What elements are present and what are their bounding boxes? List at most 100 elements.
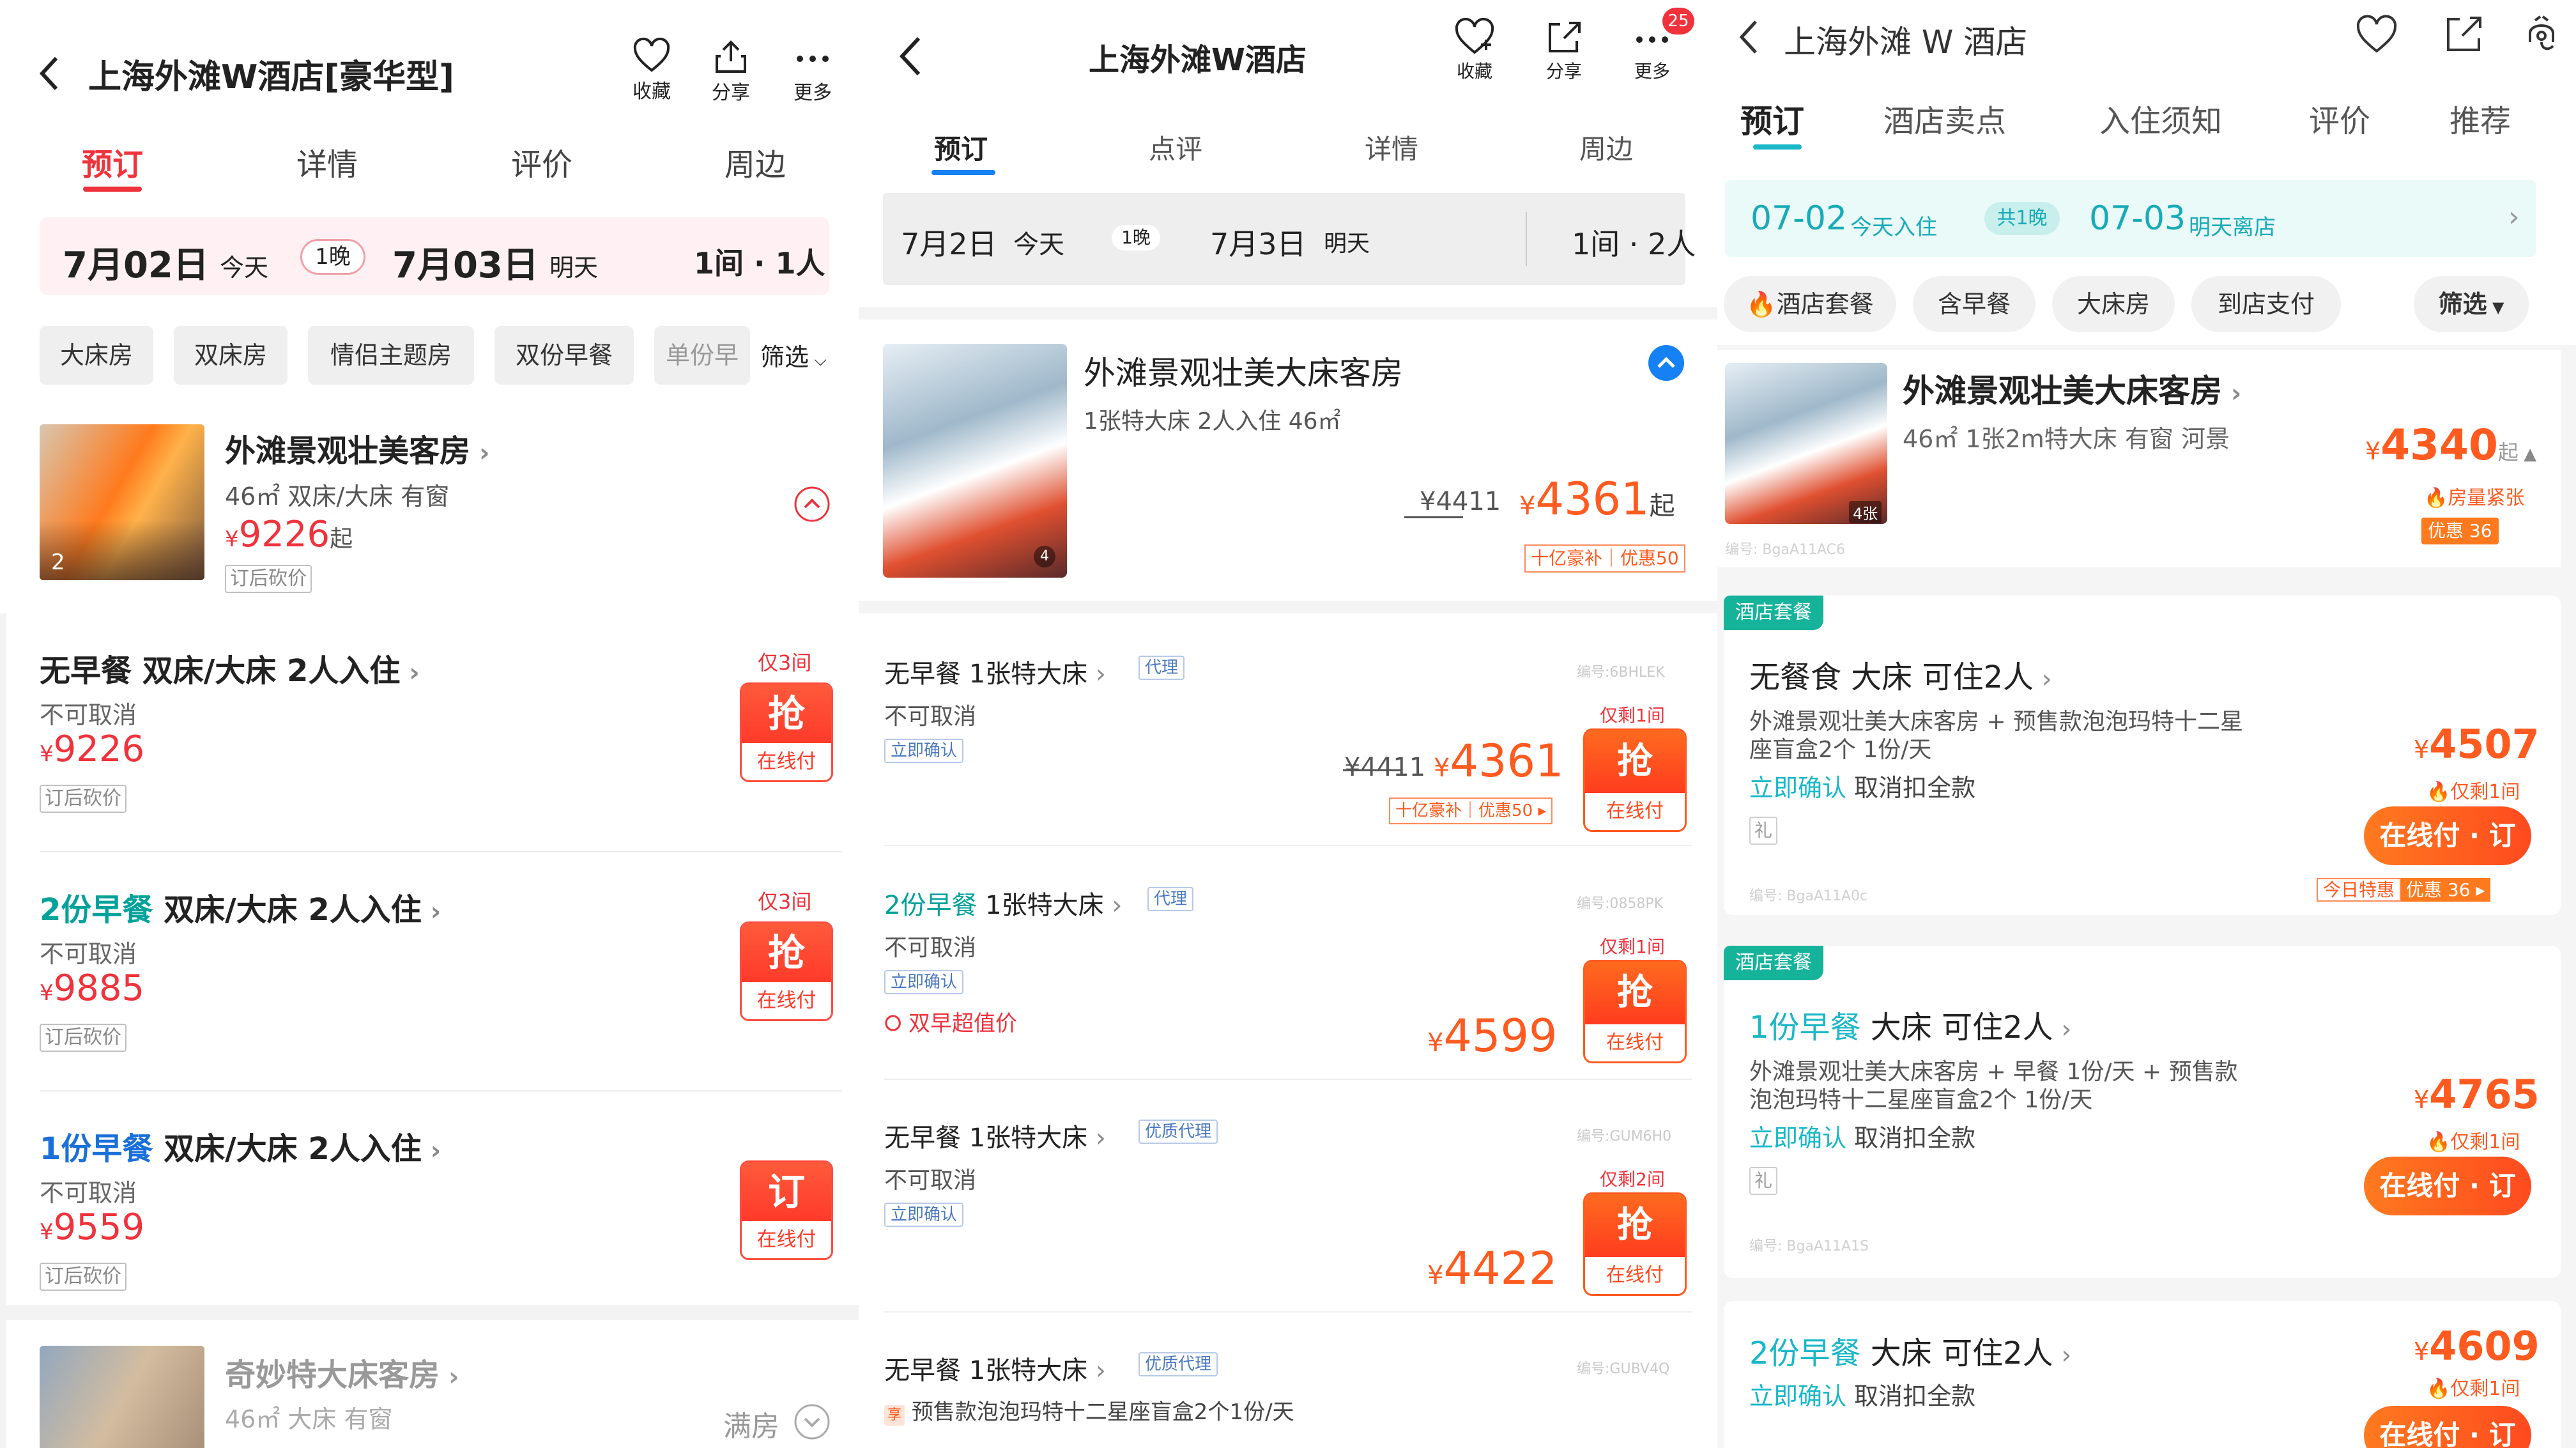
promo-tag: 十亿豪补｜优惠50 ▸ bbox=[1389, 797, 1553, 824]
offer-title[interactable]: 2份早餐 1张特大床 › bbox=[884, 884, 1122, 921]
room-photo[interactable]: 2 bbox=[40, 424, 204, 580]
package-title[interactable]: 无餐食 大床 可住2人 › bbox=[1749, 652, 2052, 697]
book-button[interactable]: 抢在线付 bbox=[740, 682, 833, 782]
date-bar[interactable]: 7月2日 今天 1晚 7月3日 明天 1间 · 2人 bbox=[883, 193, 1696, 285]
book-button[interactable]: 订在线付 bbox=[740, 1160, 833, 1260]
service-icon[interactable] bbox=[2522, 14, 2561, 55]
room-name-text: 外滩景观壮美大床客房 bbox=[1903, 373, 2222, 410]
offer-title[interactable]: 1份早餐 双床/大床 2人入住 › bbox=[40, 1123, 441, 1168]
filter-couple[interactable]: 情侣主题房 bbox=[308, 326, 474, 385]
room-photo[interactable] bbox=[40, 1346, 204, 1448]
offer-title[interactable]: 无早餐 1张特大床 › bbox=[884, 1117, 1106, 1154]
chevron-right-icon: › bbox=[2034, 665, 2052, 694]
room-name[interactable]: 外滩景观壮美大床客房 bbox=[1084, 348, 1403, 394]
tab-reviews[interactable]: 点评 bbox=[1149, 128, 1202, 167]
offer-title[interactable]: 无早餐 双床/大床 2人入住 › bbox=[40, 645, 420, 690]
filter-single-breakfast[interactable]: 单份早 bbox=[654, 326, 750, 385]
offer-title-text: 无早餐 1张特大床 bbox=[884, 1356, 1088, 1385]
offer-meal: 无早餐 bbox=[40, 653, 132, 689]
special-price-label: 双早超值价 bbox=[908, 1011, 1018, 1036]
tab-reviews[interactable]: 评价 bbox=[2309, 96, 2370, 141]
more-button[interactable]: 更多 bbox=[787, 40, 838, 105]
chip-hotel-package[interactable]: 🔥酒店套餐 bbox=[1724, 276, 1896, 332]
date-bar[interactable]: 7月02日 今天 1晚 7月03日 明天 1间 · 1人 bbox=[40, 217, 829, 295]
pay-online-label: 在线付 bbox=[756, 989, 816, 1012]
chip-king[interactable]: 大床房 bbox=[2052, 276, 2175, 332]
room-info: 46㎡ 大床 有窗 bbox=[225, 1405, 393, 1433]
room-photo[interactable]: 4 bbox=[883, 344, 1067, 578]
chip-pay-at-hotel[interactable]: 到店支付 bbox=[2191, 276, 2341, 332]
more-dots-icon bbox=[797, 56, 829, 62]
tab-nearby[interactable]: 周边 bbox=[724, 139, 786, 184]
filter-twin[interactable]: 双床房 bbox=[174, 326, 288, 385]
gift-tag: 享 bbox=[884, 1405, 905, 1426]
package-title[interactable]: 2份早餐 大床 可住2人 › bbox=[1749, 1328, 2071, 1373]
back-icon[interactable] bbox=[37, 54, 60, 93]
book-button[interactable]: 抢在线付 bbox=[1583, 1192, 1687, 1296]
back-icon[interactable] bbox=[1736, 18, 1759, 56]
bargain-tag: 订后砍价 bbox=[40, 1263, 126, 1291]
offer-title[interactable]: 无早餐 1张特大床 › bbox=[884, 1350, 1106, 1387]
panel-hotel-1: 上海外滩W酒店[豪华型] 收藏 分享 更多 预订 详情 评价 周边 7月02日 … bbox=[0, 0, 859, 1448]
room-name[interactable]: 外滩景观壮美客房 › bbox=[225, 426, 489, 470]
offer-title[interactable]: 2份早餐 双床/大床 2人入住 › bbox=[40, 884, 441, 929]
favorite-button[interactable]: 收藏 bbox=[626, 37, 677, 104]
favorite-button[interactable]: 收藏 bbox=[1449, 17, 1500, 83]
filter-king[interactable]: 大床房 bbox=[40, 326, 153, 385]
room-name[interactable]: 外滩景观壮美大床客房 › bbox=[1903, 366, 2241, 412]
photo-count: 2 bbox=[51, 550, 65, 575]
cancel-policy: 不可取消 bbox=[884, 935, 977, 961]
room-photo[interactable]: 4张 bbox=[1725, 363, 1887, 524]
package-title[interactable]: 1份早餐 大床 可住2人 › bbox=[1749, 1002, 2071, 1047]
tab-book[interactable]: 预订 bbox=[82, 139, 143, 184]
tab-checkin-notes[interactable]: 入住须知 bbox=[2099, 96, 2222, 141]
filter-button[interactable]: 筛选 ⌵ bbox=[760, 337, 827, 373]
book-button[interactable]: 抢在线付 bbox=[1583, 728, 1687, 832]
back-icon[interactable] bbox=[897, 36, 923, 77]
tab-book[interactable]: 预订 bbox=[934, 128, 988, 167]
tab-reviews[interactable]: 评价 bbox=[511, 139, 572, 184]
tab-highlights[interactable]: 酒店卖点 bbox=[1883, 96, 2006, 141]
tab-nearby[interactable]: 周边 bbox=[1579, 128, 1633, 167]
share-icon[interactable] bbox=[2444, 14, 2484, 54]
book-button[interactable]: 抢在线付 bbox=[740, 921, 833, 1021]
share-button[interactable]: 分享 bbox=[705, 40, 756, 105]
price-value: 4361 bbox=[1450, 735, 1564, 787]
checkin-date: 07-02 bbox=[1751, 199, 1848, 238]
filter-double-breakfast[interactable]: 双份早餐 bbox=[494, 326, 634, 385]
share-label: 分享 bbox=[1545, 61, 1582, 82]
pay-online-book-button[interactable]: 在线付 · 订 bbox=[2364, 1157, 2531, 1215]
expand-icon[interactable] bbox=[793, 1403, 831, 1440]
room-name[interactable]: 奇妙特大床客房 › bbox=[225, 1350, 459, 1394]
package-price: ¥4507 bbox=[2414, 721, 2540, 767]
price-value: 4507 bbox=[2429, 721, 2540, 767]
chip-breakfast[interactable]: 含早餐 bbox=[1913, 276, 2035, 332]
instant-confirm-tag: 立即确认 bbox=[884, 739, 964, 763]
room-price: ¥4361起 bbox=[1519, 473, 1675, 525]
room-price: ¥9226起 bbox=[225, 514, 353, 555]
tab-details[interactable]: 详情 bbox=[1365, 128, 1418, 167]
offer-price: ¥9226 bbox=[40, 728, 144, 770]
stock-note: 仅3间 bbox=[758, 651, 812, 675]
heart-icon[interactable] bbox=[2356, 15, 2397, 54]
collapse-icon[interactable] bbox=[1647, 344, 1685, 382]
collapse-icon[interactable] bbox=[793, 486, 831, 523]
tab-recommend[interactable]: 推荐 bbox=[2450, 96, 2511, 141]
pay-online-book-button[interactable]: 在线付 · 订 bbox=[2364, 1406, 2531, 1448]
pay-online-book-button[interactable]: 在线付 · 订 bbox=[2364, 806, 2531, 865]
price-value: 4765 bbox=[2429, 1071, 2540, 1118]
book-button[interactable]: 抢在线付 bbox=[1583, 960, 1687, 1063]
filter-button[interactable]: 筛选 ▼ bbox=[2414, 276, 2529, 332]
offers-list: 无早餐 双床/大床 2人入住 › 不可取消 ¥9226 订后砍价 仅3间 抢在线… bbox=[6, 613, 859, 1305]
date-bar[interactable]: 07-02 今天入住 共1晚 07-03 明天离店 › bbox=[1725, 180, 2536, 257]
tab-details[interactable]: 详情 bbox=[296, 139, 358, 184]
stock-note: 🔥仅剩1间 bbox=[2426, 1373, 2520, 1401]
checkin-day: 今天 bbox=[220, 254, 269, 282]
offer-bed: 双床/大床 2人入住 bbox=[132, 653, 401, 689]
filter-label: 筛选 bbox=[760, 343, 809, 371]
offer-title[interactable]: 无早餐 1张特大床 › bbox=[884, 653, 1106, 690]
cancel-policy: 取消扣全款 bbox=[1854, 774, 1976, 802]
share-button[interactable]: 分享 bbox=[1538, 19, 1590, 83]
strike-line bbox=[1343, 769, 1402, 771]
tab-book[interactable]: 预订 bbox=[1740, 96, 1804, 142]
